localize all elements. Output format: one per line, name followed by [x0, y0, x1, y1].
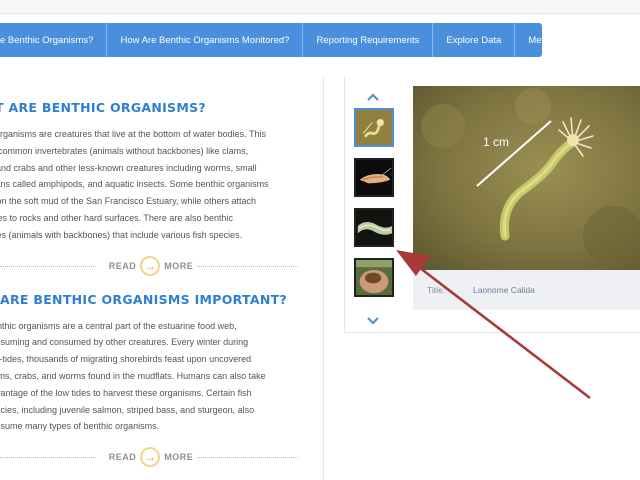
arrow-right-icon: → [140, 255, 161, 276]
scale-label: 1 cm [483, 135, 509, 149]
thumbnail-strip [352, 86, 396, 332]
column-divider [323, 76, 324, 480]
more-label: MORE [164, 260, 194, 271]
more-label: MORE [164, 452, 194, 463]
divider-dots [194, 457, 298, 459]
chevron-down-icon[interactable] [366, 314, 380, 328]
body-line: elves to rocks and other hard surfaces. … [0, 212, 233, 223]
article-column: AT ARE BENTHIC ORGANISMS? ic organisms a… [0, 78, 308, 480]
read-label: READ [108, 260, 137, 271]
body-line: rates (animals with backbones) that incl… [0, 229, 243, 240]
caption-label: Title: [427, 285, 446, 295]
nav-item-reporting-requirements[interactable]: Reporting Requirements [303, 23, 434, 57]
body-line: species, including juvenile salmon, stri… [0, 404, 255, 415]
nav-item-how-monitored[interactable]: How Are Benthic Organisms Monitored? [107, 23, 304, 57]
body-line: ceans called amphipods, and aquatic inse… [0, 179, 269, 190]
photo-caption: Title: Laonome Calida [413, 270, 640, 310]
body-line: es common invertebrates (animals without… [0, 145, 249, 156]
read-more-button[interactable]: READ → MORE [105, 255, 197, 276]
chevron-up-icon[interactable] [366, 90, 380, 104]
top-strip [0, 0, 640, 14]
gallery-divider [344, 76, 345, 332]
section-body: Benthic organisms are a central part of … [0, 318, 304, 436]
divider-dots [0, 457, 96, 459]
body-line: p, and crabs and other less-known creatu… [0, 162, 257, 173]
read-label: READ [108, 452, 137, 463]
section-what-are: AT ARE BENTHIC ORGANISMS? ic organisms a… [0, 98, 308, 278]
caption-value: Laonome Calida [473, 285, 535, 295]
body-line: or on the soft mud of the San Francisco … [0, 196, 256, 207]
body-line: advantage of the low tides to harvest th… [0, 387, 252, 398]
body-line: clams, crabs, and worms found in the mud… [0, 370, 266, 381]
section-title: AT ARE BENTHIC ORGANISMS? [0, 100, 206, 115]
section-body: ic organisms are creatures that live at … [0, 126, 304, 244]
divider-dots [0, 265, 96, 267]
thumb-hand-specimen[interactable] [354, 258, 394, 297]
divider-dots [194, 265, 298, 267]
body-line: Benthic organisms are a central part of … [0, 320, 237, 331]
body-line: ic organisms are creatures that live at … [0, 129, 266, 139]
gallery-bottom-divider [344, 332, 640, 333]
thumb-worm[interactable] [354, 208, 394, 247]
nav-item-explore-data[interactable]: Explore Data [433, 23, 516, 57]
nav-item-metadata[interactable]: Metadata [515, 23, 581, 57]
body-line: consume many types of benthic organisms. [0, 421, 160, 432]
read-more-link[interactable]: READ → MORE [0, 254, 308, 278]
nav-item-what-are-benthic[interactable]: e Benthic Organisms? [0, 23, 108, 57]
thumb-shrimp[interactable] [354, 158, 394, 197]
section-title: Y ARE BENTHIC ORGANISMS IMPORTANT? [0, 291, 287, 307]
read-more-link[interactable]: READ → MORE [0, 445, 308, 469]
image-viewer: 1 cm Title: Laonome Calida [413, 86, 640, 310]
arrow-right-icon: → [140, 447, 161, 468]
main-photo[interactable]: 1 cm [413, 86, 640, 270]
read-more-button[interactable]: READ → MORE [105, 447, 197, 468]
thumb-anemone[interactable] [354, 108, 394, 147]
body-line: consuming and consumed by other creature… [0, 337, 249, 348]
main-nav: e Benthic Organisms? How Are Benthic Org… [0, 23, 568, 57]
body-line: low-tides, thousands of migrating shoreb… [0, 354, 252, 365]
section-why-important: Y ARE BENTHIC ORGANISMS IMPORTANT? Benth… [0, 290, 308, 470]
